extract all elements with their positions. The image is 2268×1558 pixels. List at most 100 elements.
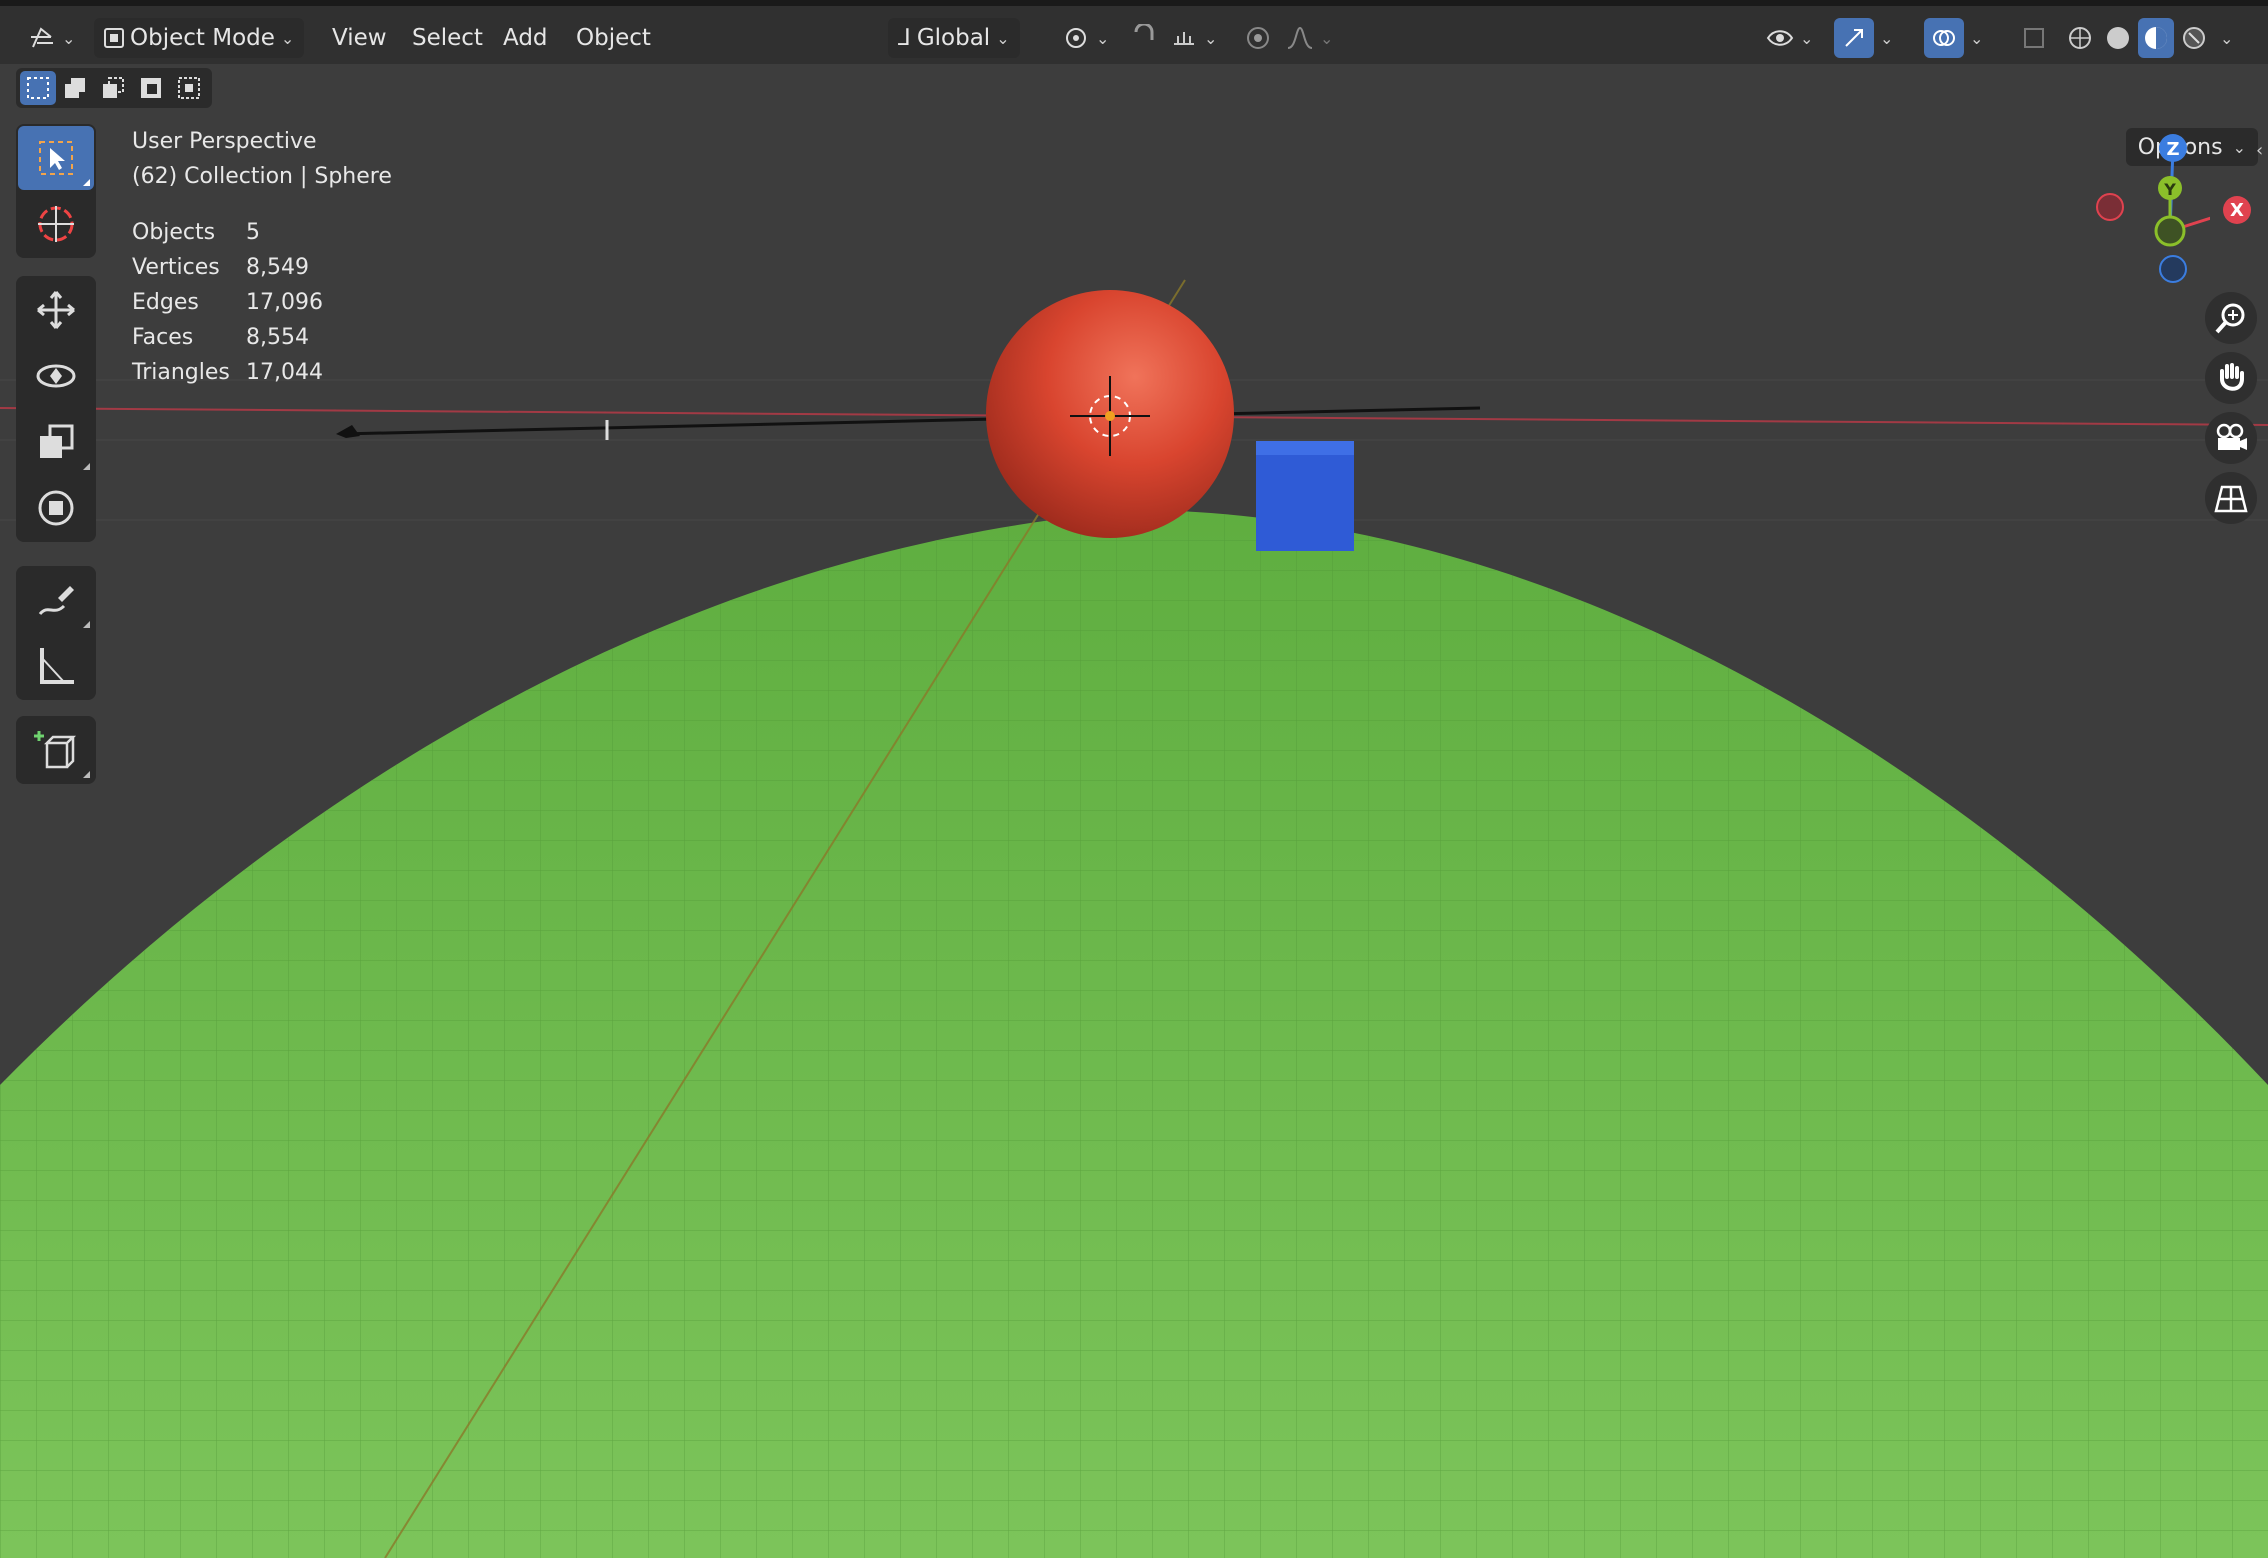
orientation-icon: ⅃ bbox=[898, 25, 911, 51]
solid-sphere-icon bbox=[2100, 18, 2136, 58]
chevron-down-icon: ⌄ bbox=[1880, 28, 1894, 48]
shading-rendered[interactable]: ⌄ bbox=[2176, 16, 2233, 60]
scene-statistics: Objects 5 Vertices 8,549 Edges 17,096 Faces… bbox=[132, 215, 323, 390]
hand-icon bbox=[2220, 363, 2244, 391]
select-box-icon bbox=[39, 141, 73, 175]
tool-settings-bar: Options ⌄ bbox=[0, 64, 2268, 166]
rotate-icon bbox=[36, 364, 76, 388]
menu-select-label: Select bbox=[412, 25, 483, 51]
menu-select[interactable]: Select bbox=[412, 16, 483, 60]
snap-toggle[interactable] bbox=[1124, 16, 1164, 60]
proportional-edit-icon bbox=[1238, 18, 1278, 58]
stat-row: Edges 17,096 bbox=[132, 285, 323, 320]
shading-material[interactable] bbox=[2138, 16, 2174, 60]
overlays-toggle[interactable]: ⌄ bbox=[1924, 16, 1983, 60]
menu-object-label: Object bbox=[576, 25, 651, 51]
menu-add[interactable]: Add bbox=[503, 16, 548, 60]
transform-tool[interactable] bbox=[18, 476, 94, 540]
select-extend-button[interactable] bbox=[56, 71, 94, 105]
camera-icon bbox=[2216, 423, 2247, 450]
chevron-down-icon: ⌄ bbox=[1204, 28, 1218, 48]
viewport-info: User Perspective (62) Collection | Spher… bbox=[132, 124, 392, 194]
transform-icon bbox=[38, 490, 74, 526]
stat-value: 5 bbox=[246, 220, 260, 245]
magnet-icon bbox=[1124, 18, 1164, 58]
gizmo-neg-z[interactable] bbox=[2159, 255, 2187, 283]
toolbar-group-add bbox=[16, 716, 96, 784]
select-mode-group bbox=[16, 68, 212, 108]
add-cube-tool[interactable] bbox=[18, 718, 94, 782]
viewport-scene[interactable] bbox=[0, 0, 2268, 1558]
menu-view[interactable]: View bbox=[332, 16, 387, 60]
add-cube-icon bbox=[34, 731, 77, 769]
header-bar: ⌄ Object Mode ⌄ View Select Add Object ⅃… bbox=[0, 0, 2268, 64]
chevron-down-icon: ⌄ bbox=[1096, 28, 1110, 48]
toolbar-group-select bbox=[16, 124, 96, 258]
editor-type-button[interactable]: ⌄ bbox=[22, 16, 75, 60]
stat-row: Triangles 17,044 bbox=[132, 355, 323, 390]
camera-view-button[interactable] bbox=[2205, 412, 2257, 464]
pan-button[interactable] bbox=[2205, 352, 2257, 404]
shading-wireframe[interactable] bbox=[2062, 16, 2098, 60]
zoom-button[interactable] bbox=[2205, 292, 2257, 344]
select-extend-icon bbox=[65, 78, 85, 98]
mode-dropdown[interactable]: Object Mode ⌄ bbox=[94, 16, 305, 60]
zoom-magnifier-icon bbox=[2215, 303, 2245, 334]
toolbar-group-annotate bbox=[16, 566, 96, 700]
transform-orientation-dropdown[interactable]: ⅃ Global ⌄ bbox=[888, 16, 1020, 60]
cursor-tool[interactable] bbox=[18, 192, 94, 256]
navigation-gizmo[interactable]: Z Y bbox=[2080, 128, 2210, 288]
gizmo-neg-y[interactable] bbox=[2154, 215, 2186, 247]
chevron-down-icon: ⌄ bbox=[1320, 28, 1334, 48]
3d-cursor-icon bbox=[38, 206, 74, 242]
stat-value: 17,044 bbox=[246, 360, 323, 385]
ruler-icon bbox=[40, 648, 74, 684]
proportional-edit-toggle[interactable] bbox=[1238, 16, 1278, 60]
visibility-dropdown[interactable]: ⌄ bbox=[1760, 16, 1813, 60]
stat-value: 8,554 bbox=[246, 325, 309, 350]
eye-icon bbox=[1760, 18, 1800, 58]
pencil-icon bbox=[38, 586, 74, 616]
select-invert-button[interactable] bbox=[132, 71, 170, 105]
annotate-tool[interactable] bbox=[18, 568, 94, 632]
move-arrows-icon bbox=[37, 291, 75, 329]
overlays-icon bbox=[1924, 18, 1964, 58]
chevron-down-icon: ⌄ bbox=[62, 28, 76, 48]
stat-value: 8,549 bbox=[246, 255, 309, 280]
menu-view-label: View bbox=[332, 25, 387, 51]
stat-label: Edges bbox=[132, 290, 199, 315]
xray-toggle[interactable] bbox=[2014, 16, 2054, 60]
stat-label: Objects bbox=[132, 220, 216, 245]
active-context: (62) Collection | Sphere bbox=[132, 164, 392, 189]
rotate-tool[interactable] bbox=[18, 344, 94, 408]
select-new-button[interactable] bbox=[20, 71, 56, 105]
gizmo-x-axis[interactable]: X bbox=[2223, 196, 2251, 224]
stat-label: Vertices bbox=[132, 255, 220, 280]
falloff-dropdown[interactable]: ⌄ bbox=[1280, 16, 1333, 60]
falloff-curve-icon bbox=[1280, 18, 1320, 58]
menu-object[interactable]: Object bbox=[576, 16, 651, 60]
pivot-icon bbox=[1056, 18, 1096, 58]
select-intersect-button[interactable] bbox=[170, 71, 208, 105]
pivot-point-dropdown[interactable]: ⌄ bbox=[1056, 16, 1109, 60]
gizmo-icon bbox=[1834, 18, 1874, 58]
shading-solid[interactable] bbox=[2100, 16, 2136, 60]
move-tool[interactable] bbox=[18, 278, 94, 342]
gizmo-neg-x[interactable] bbox=[2096, 193, 2124, 221]
select-subtract-button[interactable] bbox=[94, 71, 132, 105]
select-box-tool[interactable] bbox=[18, 126, 94, 190]
gizmo-z-label: Z bbox=[2166, 139, 2179, 160]
sidebar-toggle[interactable]: ‹ bbox=[2256, 140, 2268, 164]
snap-target-dropdown[interactable]: ⌄ bbox=[1164, 16, 1217, 60]
toolbar-group-transform bbox=[16, 276, 96, 542]
cube-object[interactable] bbox=[1256, 441, 1354, 551]
gizmo-toggle[interactable]: ⌄ bbox=[1834, 16, 1893, 60]
measure-tool[interactable] bbox=[18, 634, 94, 698]
ortho-toggle-button[interactable] bbox=[2205, 472, 2257, 524]
chevron-down-icon: ⌄ bbox=[2232, 137, 2246, 157]
scale-tool[interactable] bbox=[18, 410, 94, 474]
editor-type-icon bbox=[22, 18, 62, 58]
select-intersect-icon bbox=[178, 77, 200, 99]
select-new-icon bbox=[27, 77, 49, 99]
gizmo-y-label: Y bbox=[2163, 180, 2176, 199]
